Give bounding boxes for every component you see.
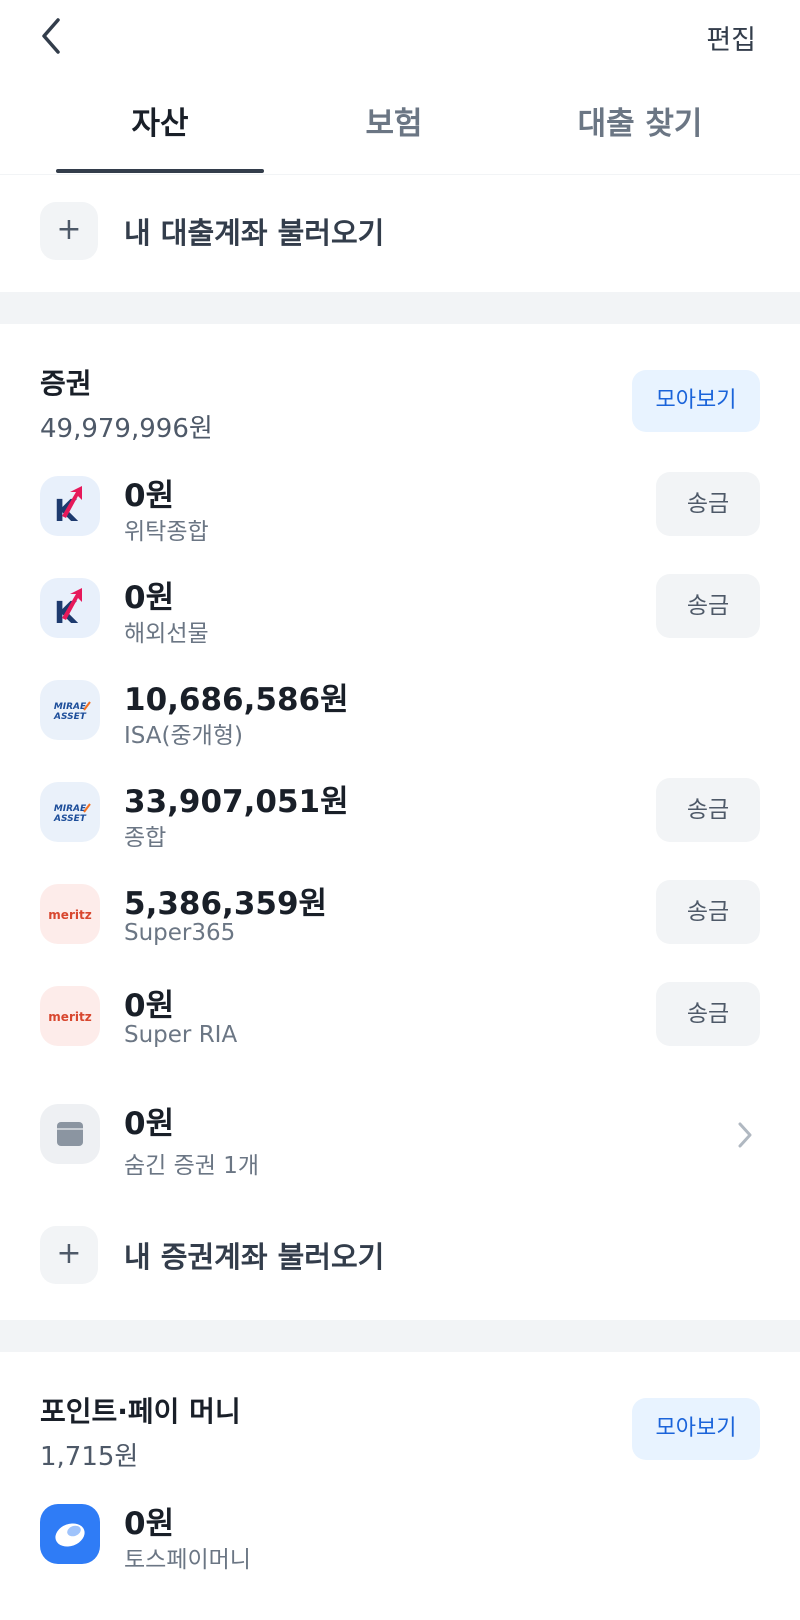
edit-button[interactable]: 편집 — [706, 18, 756, 57]
import-loan-label: 내 대출계좌 불러오기 — [124, 216, 385, 250]
account-row-meritz-super-ria[interactable]: meritz 0원 Super RIA 송금 — [0, 972, 800, 1062]
account-name: 토스페이머니 — [124, 1547, 251, 1573]
back-button[interactable] — [36, 14, 72, 58]
account-amount: 0원 — [124, 478, 175, 514]
account-row-toss-pay-money[interactable]: 0원 토스페이머니 — [0, 1490, 800, 1580]
points-collect-button[interactable]: 모아보기 — [632, 1398, 760, 1460]
account-amount: 33,907,051원 — [124, 784, 349, 820]
import-securities-label: 내 증권계좌 불러오기 — [124, 1240, 385, 1274]
tab-insurance[interactable]: 보험 — [354, 98, 434, 143]
kiwoom-logo: K — [40, 476, 100, 536]
chevron-left-icon — [42, 18, 60, 54]
hidden-securities-label: 숨긴 증권 1개 — [124, 1153, 260, 1179]
account-amount: 0원 — [124, 580, 175, 616]
account-name: 해외선물 — [124, 621, 209, 647]
account-name: Super365 — [124, 920, 236, 946]
send-button[interactable]: 송금 — [656, 574, 760, 638]
import-securities-account-button[interactable]: + 내 증권계좌 불러오기 — [0, 1222, 800, 1286]
hidden-securities-row[interactable]: 0원 숨긴 증권 1개 — [0, 1090, 800, 1184]
send-button[interactable]: 송금 — [656, 778, 760, 842]
logo-text: meritz — [48, 1010, 91, 1024]
send-button[interactable]: 송금 — [656, 472, 760, 536]
securities-collect-button[interactable]: 모아보기 — [632, 370, 760, 432]
account-row-meritz-super365[interactable]: meritz 5,386,359원 Super365 송금 — [0, 870, 800, 960]
meritz-logo: meritz — [40, 884, 100, 944]
account-row-kiwoom-consignment[interactable]: K 0원 위탁종합 송금 — [0, 462, 800, 552]
account-name: 종합 — [124, 825, 167, 851]
top-bar: 편집 — [0, 0, 800, 76]
account-name: Super RIA — [124, 1022, 238, 1048]
points-title: 포인트·페이 머니 — [40, 1395, 241, 1428]
account-amount: 10,686,586원 — [124, 682, 349, 718]
logo-text: meritz — [48, 908, 91, 922]
toss-logo — [40, 1504, 100, 1564]
account-row-kiwoom-overseas-futures[interactable]: K 0원 해외선물 송금 — [0, 564, 800, 654]
send-button[interactable]: 송금 — [656, 880, 760, 944]
account-name: ISA(중개형) — [124, 723, 243, 749]
points-total: 1,715원 — [40, 1442, 139, 1472]
account-row-mirae-isa[interactable]: MIRAE ASSET 10,686,586원 ISA(중개형) — [0, 666, 800, 756]
mirae-asset-logo: MIRAE ASSET — [40, 680, 100, 740]
logo-text: MIRAE — [54, 702, 87, 712]
section-divider — [0, 292, 800, 324]
logo-text: MIRAE — [54, 804, 87, 814]
securities-total: 49,979,996원 — [40, 414, 213, 444]
tab-bar: 자산 보험 대출 찾기 — [0, 90, 800, 175]
mirae-asset-logo: MIRAE ASSET — [40, 782, 100, 842]
logo-text: ASSET — [53, 814, 87, 824]
chevron-right-icon — [738, 1122, 752, 1148]
meritz-logo: meritz — [40, 986, 100, 1046]
account-row-mirae-general[interactable]: MIRAE ASSET 33,907,051원 종합 송금 — [0, 768, 800, 858]
tab-find-loan[interactable]: 대출 찾기 — [570, 98, 710, 143]
tab-assets[interactable]: 자산 — [124, 98, 196, 143]
account-amount: 0원 — [124, 988, 175, 1024]
account-amount: 0원 — [124, 1506, 175, 1542]
account-amount: 5,386,359원 — [124, 886, 328, 922]
hidden-amount: 0원 — [124, 1106, 175, 1142]
folder-icon — [40, 1104, 100, 1164]
plus-icon: + — [40, 1226, 98, 1284]
section-divider — [0, 1320, 800, 1352]
plus-icon: + — [40, 202, 98, 260]
account-name: 위탁종합 — [124, 519, 209, 545]
active-tab-indicator — [56, 169, 264, 173]
import-loan-account-button[interactable]: + 내 대출계좌 불러오기 — [0, 198, 800, 262]
send-button[interactable]: 송금 — [656, 982, 760, 1046]
kiwoom-logo: K — [40, 578, 100, 638]
logo-text: ASSET — [53, 712, 87, 722]
securities-title: 증권 — [40, 367, 92, 400]
